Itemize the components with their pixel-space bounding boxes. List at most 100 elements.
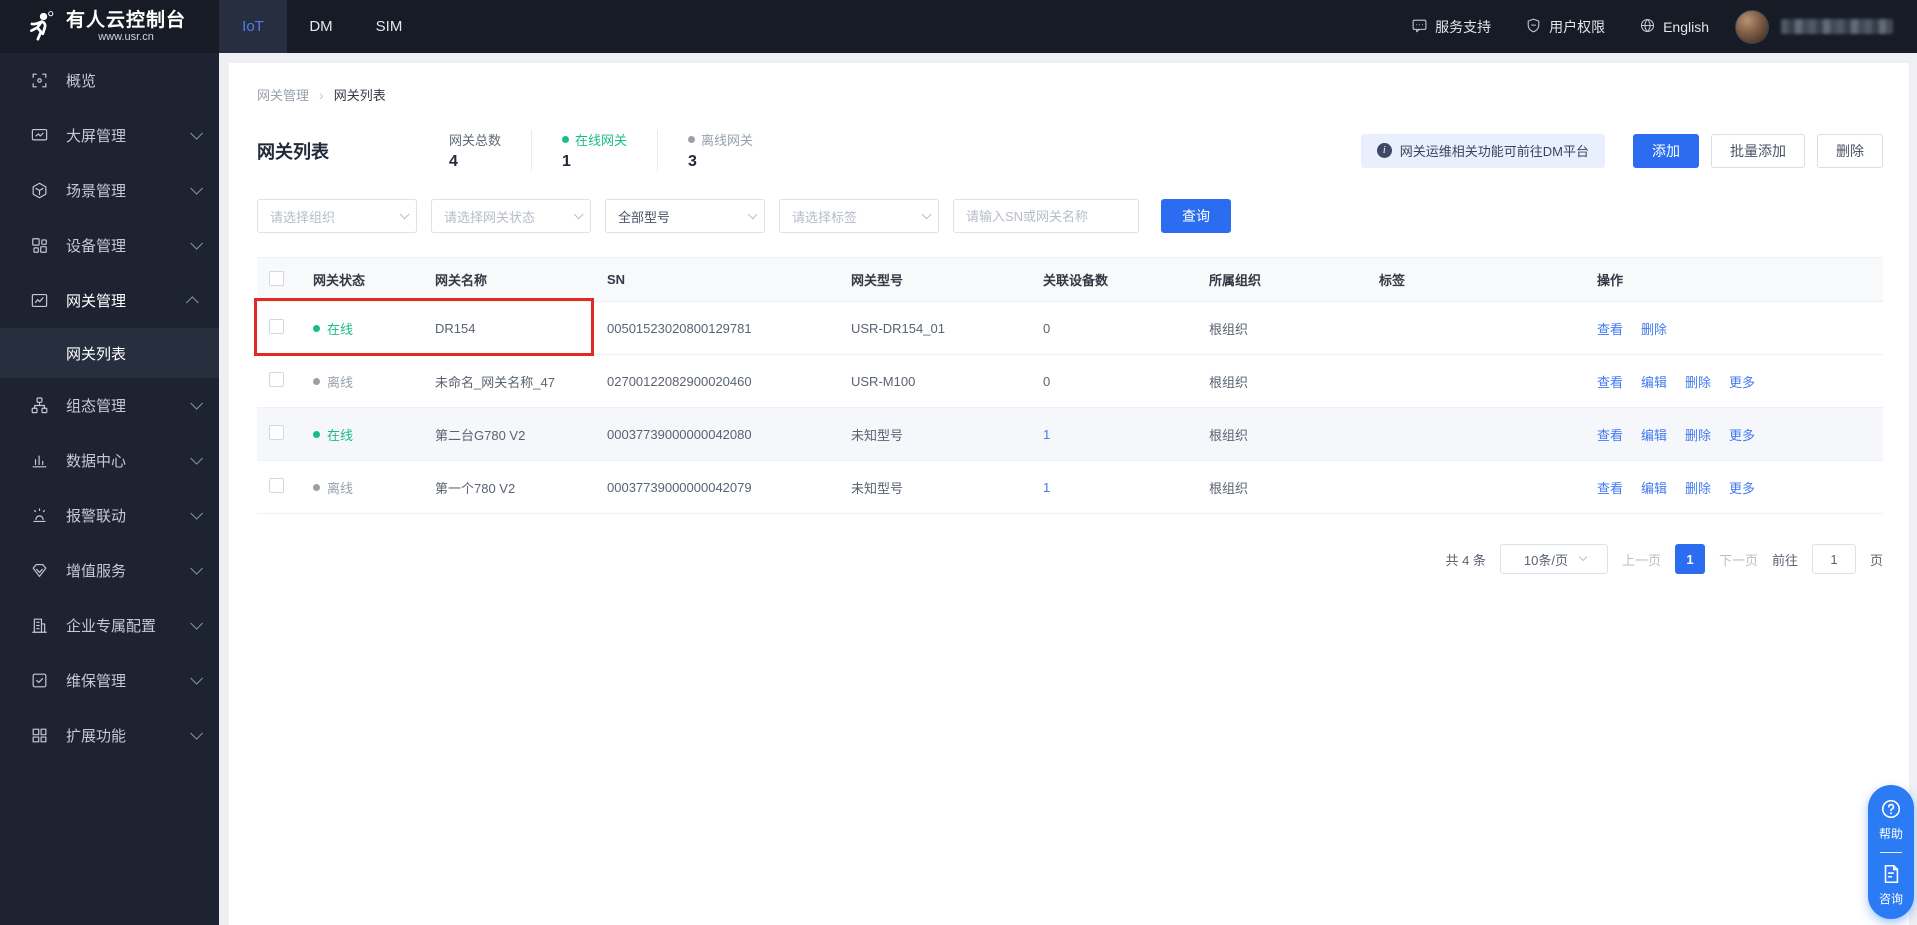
sidebar-item-enterprise-config[interactable]: 企业专属配置 xyxy=(0,598,219,653)
sidebar-item-config-mgmt[interactable]: 组态管理 xyxy=(0,378,219,433)
chevron-down-icon xyxy=(190,237,203,250)
action-view-link[interactable]: 查看 xyxy=(1597,322,1623,337)
delete-button[interactable]: 删除 xyxy=(1817,133,1883,168)
gateway-icon xyxy=(30,291,49,310)
sidebar-item-alarm-linkage[interactable]: 报警联动 xyxy=(0,488,219,543)
gateway-sn: 02700122082900020460 xyxy=(599,354,843,408)
action-more-link[interactable]: 更多 xyxy=(1729,375,1755,390)
gateway-status-select[interactable]: 请选择网关状态 xyxy=(431,199,591,233)
gateway-table: 网关状态 网关名称 SN 网关型号 关联设备数 所属组织 标签 操作 在线 DR154 00501… xyxy=(257,257,1883,514)
table-header-row: 网关状态 网关名称 SN 网关型号 关联设备数 所属组织 标签 操作 xyxy=(257,257,1883,302)
row-checkbox[interactable] xyxy=(269,319,284,334)
logo[interactable]: 有人云控制台 www.usr.cn xyxy=(0,10,219,44)
gateway-name: DR154 xyxy=(427,301,599,355)
status-badge: 在线 xyxy=(313,319,353,338)
sidebar-item-gateway-mgmt[interactable]: 网关管理 xyxy=(0,273,219,328)
page-size-select[interactable]: 10条/页 xyxy=(1499,544,1608,574)
action-view-link[interactable]: 查看 xyxy=(1597,481,1623,496)
add-button[interactable]: 添加 xyxy=(1633,133,1699,168)
chevron-down-icon xyxy=(747,208,758,219)
question-icon xyxy=(1881,799,1901,819)
chevron-down-icon xyxy=(190,562,203,575)
sidebar-item-device-mgmt[interactable]: 设备管理 xyxy=(0,218,219,273)
header-link-user-permission[interactable]: 用户权限 xyxy=(1525,17,1605,37)
sidebar-item-data-center[interactable]: 数据中心 xyxy=(0,433,219,488)
action-delete-link[interactable]: 删除 xyxy=(1685,375,1711,390)
row-actions: 查看 编辑 删除 更多 xyxy=(1589,407,1883,461)
sidebar-subitem-gateway-list[interactable]: 网关列表 xyxy=(0,328,219,378)
action-delete-link[interactable]: 删除 xyxy=(1685,481,1711,496)
sidebar-item-value-added-services[interactable]: 增值服务 xyxy=(0,543,219,598)
column-header: 网关状态 xyxy=(305,257,427,302)
header-tabs: IoT DM SIM xyxy=(219,0,423,53)
tab-sim[interactable]: SIM xyxy=(355,0,423,53)
search-input[interactable] xyxy=(953,199,1139,233)
status-badge: 离线 xyxy=(313,478,353,497)
avatar[interactable] xyxy=(1735,9,1769,44)
tag-cell xyxy=(1371,460,1589,514)
batch-add-button[interactable]: 批量添加 xyxy=(1711,133,1805,168)
row-actions: 查看 编辑 删除 更多 xyxy=(1589,460,1883,514)
next-page-button[interactable]: 下一页 xyxy=(1719,550,1758,569)
logo-title: 有人云控制台 xyxy=(66,9,187,31)
chevron-down-icon xyxy=(573,208,584,219)
tag-cell xyxy=(1371,301,1589,355)
tag-cell xyxy=(1371,407,1589,461)
column-header: 网关型号 xyxy=(843,257,1035,302)
select-all-checkbox[interactable] xyxy=(269,270,284,286)
row-checkbox[interactable] xyxy=(269,425,284,440)
sidebar-item-overview[interactable]: 概览 xyxy=(0,53,219,108)
device-count: 0 xyxy=(1035,354,1201,408)
tag-select[interactable]: 请选择标签 xyxy=(779,199,939,233)
action-edit-link[interactable]: 编辑 xyxy=(1641,375,1667,390)
chevron-down-icon xyxy=(190,452,203,465)
action-delete-link[interactable]: 删除 xyxy=(1641,322,1667,337)
page-1-button[interactable]: 1 xyxy=(1674,544,1705,574)
action-edit-link[interactable]: 编辑 xyxy=(1641,481,1667,496)
tab-dm[interactable]: DM xyxy=(287,0,355,53)
sidebar-item-maintenance-mgmt[interactable]: 维保管理 xyxy=(0,653,219,708)
consult-button[interactable]: 咨询 xyxy=(1879,863,1903,907)
org-name: 根组织 xyxy=(1201,301,1371,355)
action-more-link[interactable]: 更多 xyxy=(1729,481,1755,496)
help-button[interactable]: 帮助 xyxy=(1879,798,1903,842)
sidebar-item-screen-mgmt[interactable]: 大屏管理 xyxy=(0,108,219,163)
goto-page-input[interactable] xyxy=(1811,544,1856,574)
status-dot-icon xyxy=(313,430,320,438)
status-dot xyxy=(562,136,570,143)
stat-online[interactable]: 在线网关 1 xyxy=(531,130,657,171)
model-select[interactable]: 全部型号 xyxy=(605,199,765,233)
search-button[interactable]: 查询 xyxy=(1161,199,1231,233)
action-view-link[interactable]: 查看 xyxy=(1597,375,1623,390)
table-row: 在线 第二台G780 V2 00037739000000042080 未知型号 1 根组织… xyxy=(257,407,1883,461)
stat-total-value: 4 xyxy=(449,153,458,170)
prev-page-button[interactable]: 上一页 xyxy=(1622,550,1661,569)
action-edit-link[interactable]: 编辑 xyxy=(1641,428,1667,443)
row-checkbox[interactable] xyxy=(269,478,284,493)
device-count-link[interactable]: 1 xyxy=(1043,480,1050,495)
row-checkbox[interactable] xyxy=(269,372,284,387)
tag-cell xyxy=(1371,354,1589,408)
column-header: 网关名称 xyxy=(427,257,599,302)
logo-subtitle: www.usr.cn xyxy=(98,30,154,43)
header-link-service-support[interactable]: 服务支持 xyxy=(1411,17,1491,37)
status-badge: 离线 xyxy=(313,372,353,391)
action-more-link[interactable]: 更多 xyxy=(1729,428,1755,443)
action-view-link[interactable]: 查看 xyxy=(1597,428,1623,443)
breadcrumb-parent[interactable]: 网关管理 xyxy=(257,85,309,104)
column-header: 操作 xyxy=(1589,257,1883,302)
header-link-language[interactable]: English xyxy=(1639,17,1709,37)
breadcrumb: 网关管理 › 网关列表 xyxy=(257,85,1883,104)
stat-offline[interactable]: 离线网关 3 xyxy=(657,130,783,171)
total-count: 共 4 条 xyxy=(1445,552,1486,568)
action-delete-link[interactable]: 删除 xyxy=(1685,428,1711,443)
org-select[interactable]: 请选择组织 xyxy=(257,199,417,233)
sidebar-item-extended-functions[interactable]: 扩展功能 xyxy=(0,708,219,763)
chevron-down-icon xyxy=(921,208,932,219)
sidebar-item-scene-mgmt[interactable]: 场景管理 xyxy=(0,163,219,218)
tab-iot[interactable]: IoT xyxy=(219,0,287,53)
pagination: 共 4 条 10条/页 上一页 1 下一页 前往 页 xyxy=(257,544,1883,574)
chevron-down-icon xyxy=(190,727,203,740)
device-count-link[interactable]: 1 xyxy=(1043,427,1050,442)
column-header: 所属组织 xyxy=(1201,257,1371,302)
